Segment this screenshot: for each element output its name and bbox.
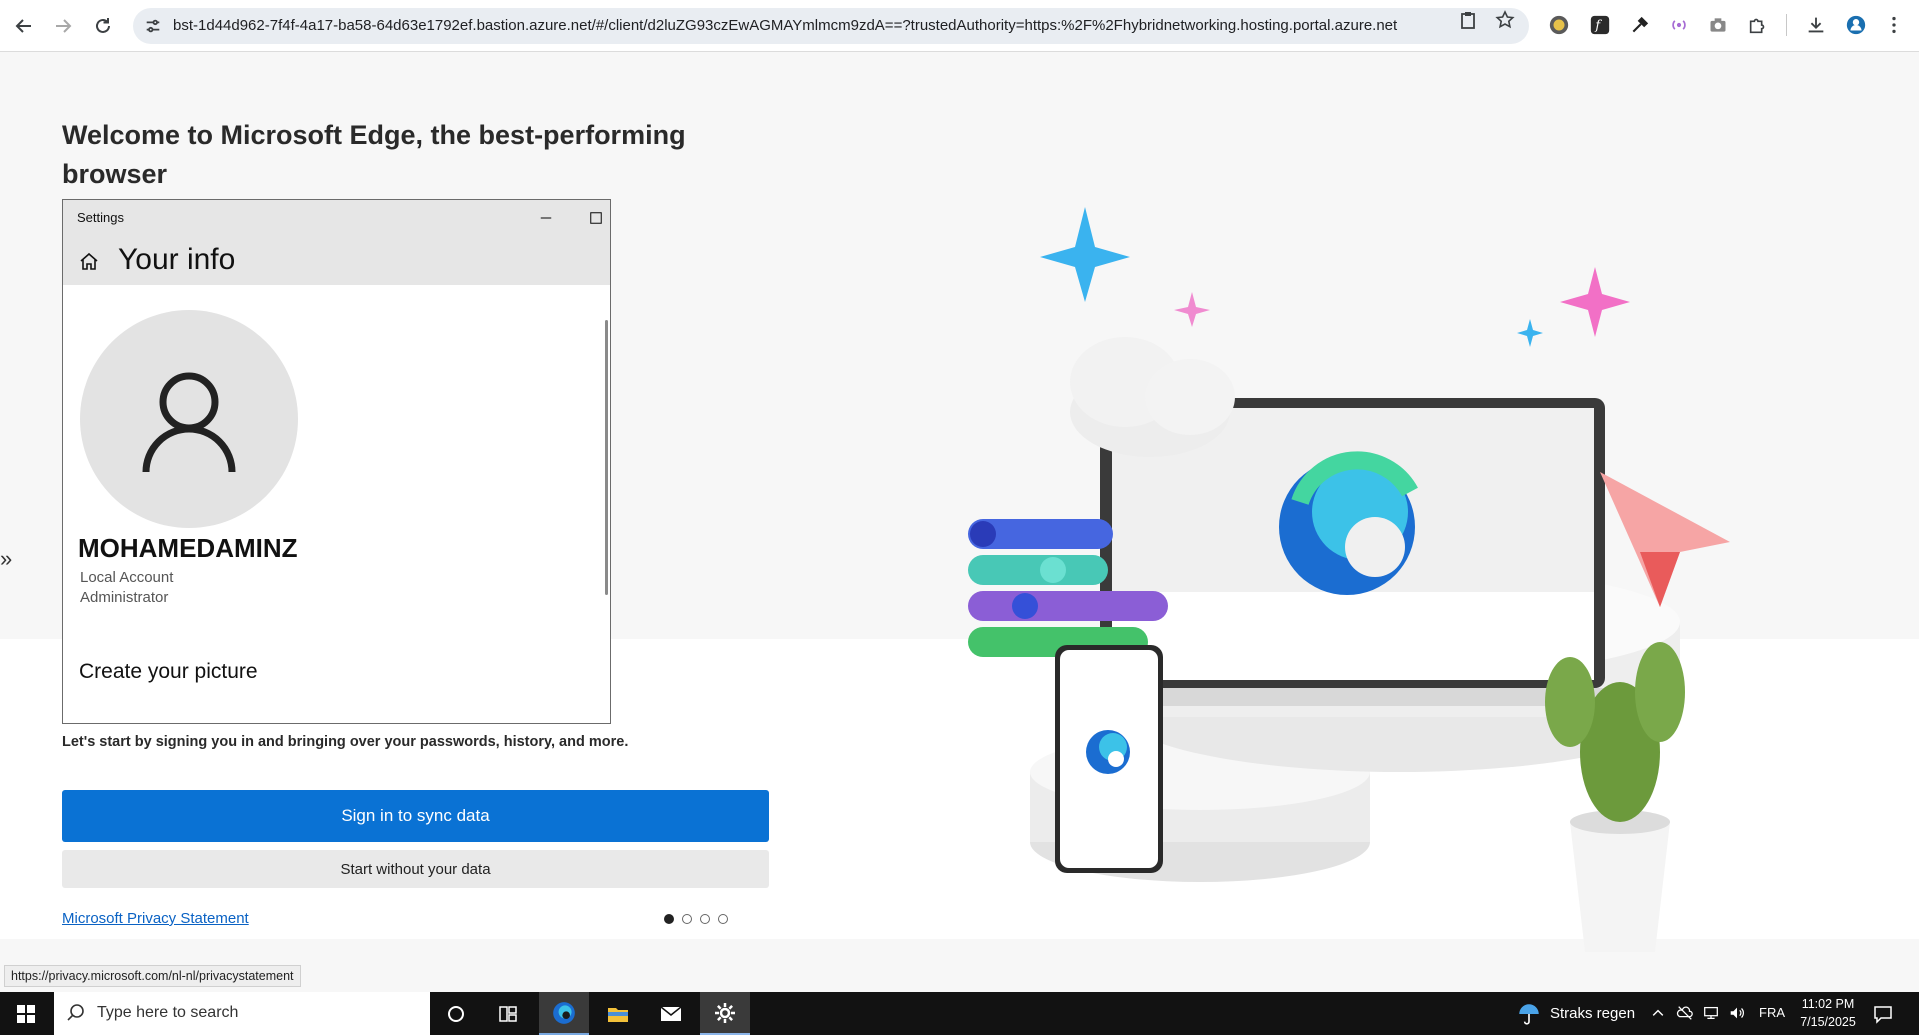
show-hidden-icons-icon[interactable] — [1648, 1003, 1668, 1023]
back-button[interactable] — [9, 11, 39, 41]
gear-icon — [715, 1002, 735, 1023]
toggle-3 — [968, 591, 1168, 621]
settings-scrollbar[interactable] — [605, 320, 608, 595]
carousel-dots — [664, 914, 728, 924]
camera-icon[interactable] — [1706, 13, 1730, 37]
carousel-dot-4[interactable] — [718, 914, 728, 924]
extension-eyedropper-icon[interactable] — [1628, 13, 1652, 37]
status-bar-url: https://privacy.microsoft.com/nl-nl/priv… — [4, 965, 301, 987]
taskbar-file-explorer[interactable] — [593, 992, 643, 1035]
profile-avatar-icon[interactable] — [1844, 13, 1868, 37]
settings-header: Your info — [63, 235, 610, 285]
arrow-right-icon — [56, 19, 72, 33]
folder-icon — [608, 1007, 628, 1022]
mail-icon — [660, 1005, 682, 1021]
avatar — [80, 310, 298, 528]
plant-pot — [1570, 822, 1670, 952]
account-username: MOHAMEDAMINZ — [78, 533, 298, 563]
toolbar-separator — [1786, 14, 1787, 36]
onedrive-offline-icon[interactable] — [1675, 1003, 1695, 1023]
sign-in-button[interactable]: Sign in to sync data — [62, 790, 769, 842]
notification-center-icon[interactable] — [1872, 1003, 1894, 1025]
create-picture-heading: Create your picture — [79, 660, 258, 683]
page-title-line1: Welcome to Microsoft Edge, the best-perf… — [62, 120, 686, 189]
extension-function-icon[interactable]: f — [1588, 13, 1612, 37]
taskbar-clock[interactable]: 11:02 PM 7/15/2025 — [1797, 995, 1859, 1031]
laptop-screen-desk — [1112, 592, 1594, 680]
input-language[interactable]: FRA — [1759, 1005, 1785, 1020]
minimize-button[interactable] — [534, 206, 558, 230]
rain-umbrella-icon — [1519, 1003, 1539, 1025]
toggle-2 — [968, 555, 1108, 585]
maximize-button[interactable] — [584, 206, 608, 230]
arrow-left-icon — [15, 19, 31, 33]
clipboard-icon[interactable] — [1458, 10, 1478, 30]
sparkle-pink-small — [1174, 292, 1210, 327]
forward-button[interactable] — [48, 11, 78, 41]
search-icon — [67, 1004, 84, 1021]
start-without-data-button[interactable]: Start without your data — [62, 850, 769, 888]
minimize-icon — [540, 217, 552, 219]
site-settings-icon[interactable] — [141, 14, 165, 38]
extension-broadcast-icon[interactable] — [1667, 13, 1691, 37]
taskbar-mail[interactable] — [646, 992, 696, 1035]
edge-hero-illustration — [968, 207, 1730, 952]
sparkle-pink — [1560, 267, 1630, 337]
reload-icon — [96, 18, 110, 33]
windows-taskbar: Type here to search Straks regen FRA 11:… — [0, 992, 1919, 1035]
welcome-subtitle: Let's start by signing you in and bringi… — [62, 734, 629, 750]
clock-date: 7/15/2025 — [1800, 1015, 1856, 1029]
weather-text: Straks regen — [1550, 1005, 1636, 1022]
bookmark-star-icon[interactable] — [1495, 10, 1515, 30]
settings-page-title: Your info — [118, 243, 236, 276]
taskbar-edge-app[interactable] — [539, 992, 589, 1035]
sparkle-blue — [1040, 207, 1130, 302]
account-type: Local Account — [80, 569, 174, 586]
privacy-statement-link[interactable]: Microsoft Privacy Statement — [62, 910, 249, 927]
edge-welcome-page: Welcome to Microsoft Edge, the best-perf… — [0, 52, 1919, 992]
settings-titlebar: Settings — [63, 200, 610, 235]
taskbar-search-box[interactable]: Type here to search — [54, 992, 430, 1035]
cortana-button[interactable] — [431, 992, 481, 1035]
side-panel-toggle-icon[interactable]: » — [0, 546, 12, 572]
volume-icon[interactable] — [1727, 1003, 1747, 1023]
carousel-dot-2[interactable] — [682, 914, 692, 924]
user-silhouette-icon — [142, 372, 236, 473]
edge-icon — [553, 1001, 575, 1024]
carousel-dot-3[interactable] — [700, 914, 710, 924]
clock-time: 11:02 PM — [1801, 997, 1855, 1011]
settings-title: Settings — [77, 210, 124, 225]
download-icon[interactable] — [1804, 13, 1828, 37]
taskbar-settings-app[interactable] — [700, 992, 750, 1035]
home-icon[interactable] — [78, 250, 100, 272]
cortana-circle-icon — [448, 1005, 464, 1022]
reload-button[interactable] — [88, 11, 118, 41]
start-button[interactable] — [0, 992, 52, 1035]
url-text[interactable]: bst-1d44d962-7f4f-4a17-ba58-64d63e1792ef… — [173, 17, 1563, 34]
extension-shield-icon[interactable] — [1547, 13, 1571, 37]
sparkle-blue-small — [1517, 319, 1543, 347]
browser-toolbar: bst-1d44d962-7f4f-4a17-ba58-64d63e1792ef… — [0, 0, 1919, 52]
extensions-puzzle-icon[interactable] — [1746, 13, 1770, 37]
windows-logo-icon — [17, 1004, 35, 1023]
task-view-button[interactable] — [483, 992, 533, 1035]
address-bar[interactable]: bst-1d44d962-7f4f-4a17-ba58-64d63e1792ef… — [133, 8, 1529, 44]
carousel-dot-1[interactable] — [664, 914, 674, 924]
account-role: Administrator — [80, 589, 169, 606]
more-menu-icon[interactable] — [1882, 13, 1906, 37]
network-icon[interactable] — [1701, 1003, 1721, 1023]
search-placeholder: Type here to search — [97, 1004, 239, 1021]
weather-widget[interactable]: Straks regen — [1516, 992, 1635, 1035]
task-view-icon — [499, 1005, 517, 1022]
settings-window: Settings Your info MOHAMEDAMINZ Local Ac… — [62, 199, 611, 724]
maximize-icon — [590, 212, 602, 224]
